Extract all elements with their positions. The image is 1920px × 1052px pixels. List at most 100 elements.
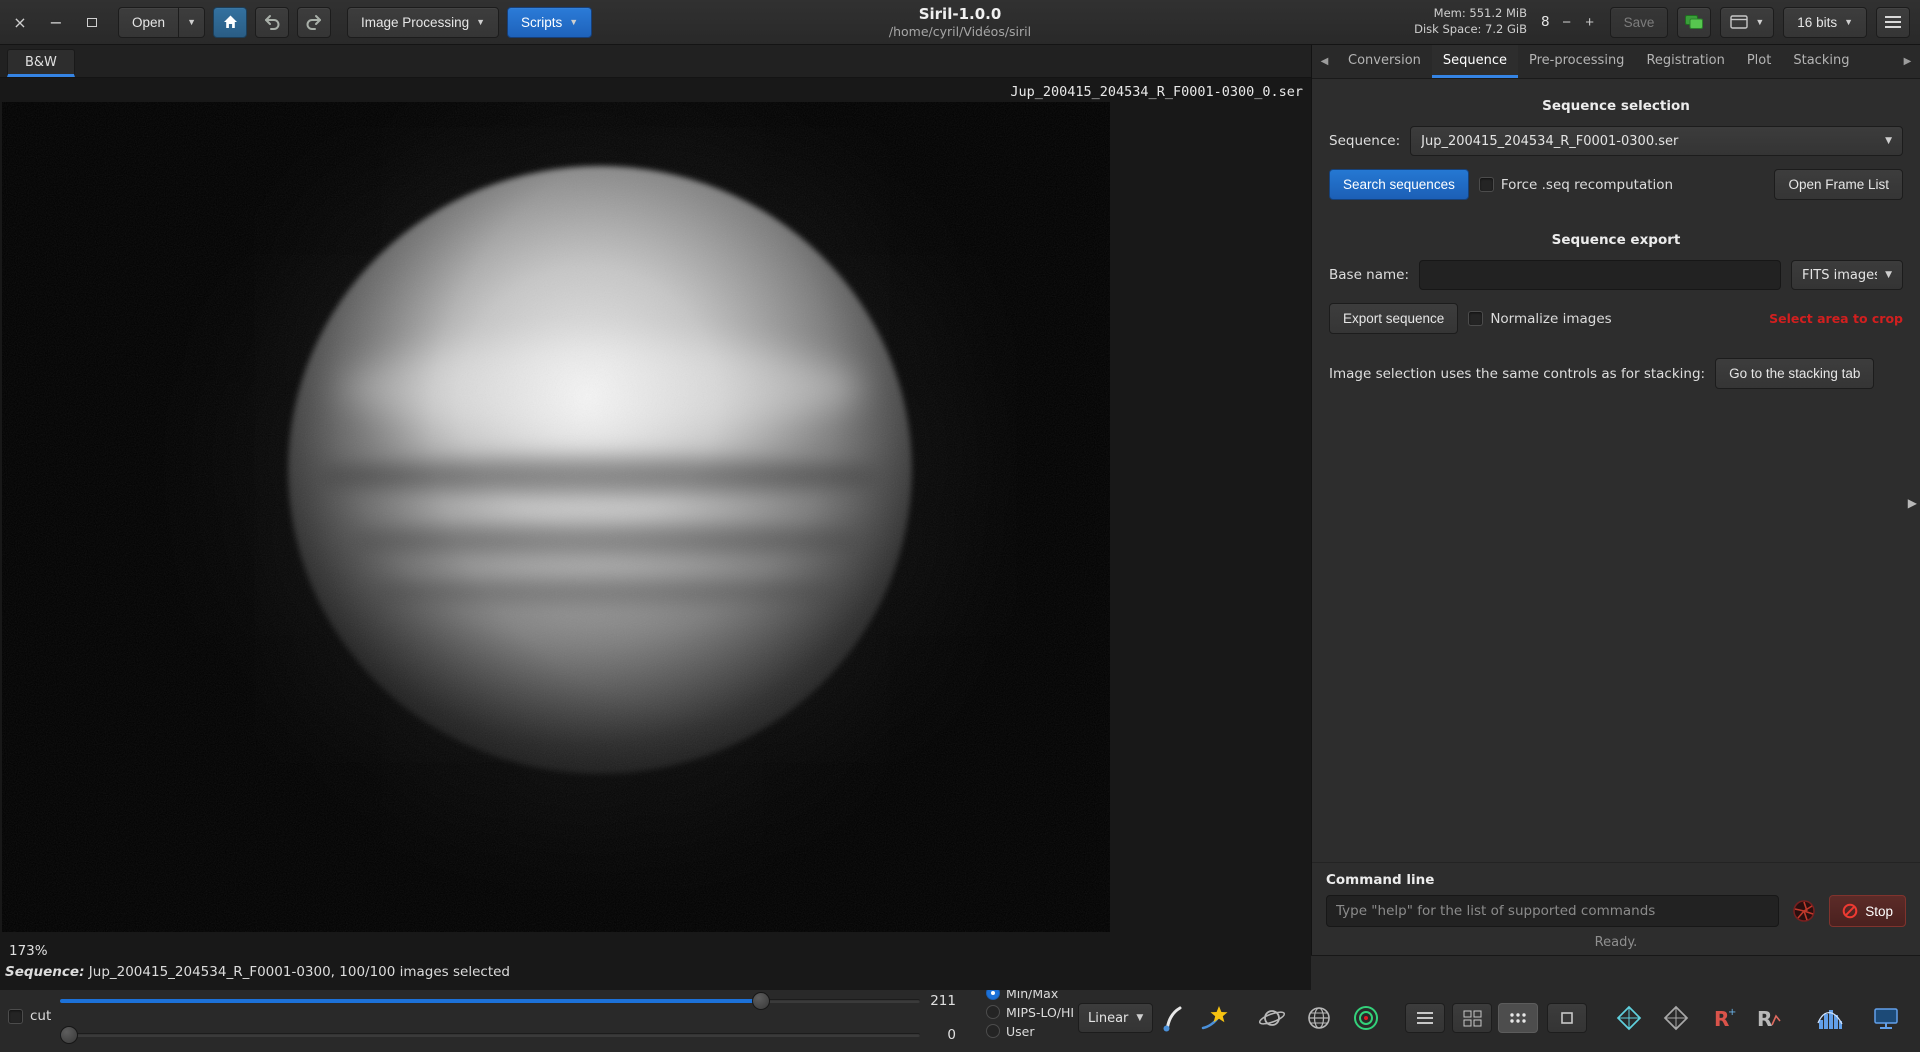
star-icon[interactable] — [1196, 1000, 1232, 1036]
tab-bw[interactable]: B&W — [7, 49, 75, 77]
cyan-diamond-icon[interactable] — [1611, 1000, 1647, 1036]
slider-handle[interactable] — [752, 992, 770, 1010]
export-format-dropdown[interactable]: FITS images ▼ — [1791, 260, 1903, 290]
slider-track[interactable] — [60, 1033, 920, 1037]
disk-space: Disk Space: 7.2 GiB — [1414, 22, 1527, 38]
grid-toggle-icon[interactable] — [1452, 1003, 1492, 1033]
scripts-menu[interactable]: Scripts ▼ — [507, 7, 592, 38]
save-button[interactable]: Save — [1610, 7, 1669, 38]
working-directory: /home/cyril/Vidéos/siril — [889, 24, 1031, 39]
tabs-scroll-left-icon[interactable]: ◀ — [1312, 45, 1337, 78]
comet-icon[interactable] — [1153, 1000, 1189, 1036]
minimize-icon[interactable]: − — [46, 12, 66, 32]
square-toggle-icon[interactable] — [1547, 1003, 1587, 1033]
radio-mips[interactable]: MIPS-LO/HI — [986, 1005, 1074, 1019]
scale-mode-dropdown[interactable]: Linear ▼ — [1078, 1003, 1153, 1033]
histogram-icon[interactable] — [1811, 1000, 1847, 1036]
radio-user[interactable]: User — [986, 1024, 1074, 1038]
list-toggle-icon[interactable] — [1405, 1003, 1445, 1033]
search-sequences-button[interactable]: Search sequences — [1329, 169, 1469, 200]
red-r-icon[interactable]: R+ — [1705, 1000, 1741, 1036]
target-icon[interactable] — [1348, 1000, 1384, 1036]
sequence-label: Sequence: — [1329, 133, 1400, 149]
go-to-stacking-label: Go to the stacking tab — [1729, 366, 1860, 381]
force-seq-label: Force .seq recomputation — [1501, 177, 1673, 193]
open-recent-dropdown[interactable]: ▼ — [178, 7, 205, 38]
gray-diamond-icon[interactable] — [1658, 1000, 1694, 1036]
restore-icon[interactable] — [82, 12, 102, 32]
tabs-scroll-right-icon[interactable]: ▶ — [1895, 45, 1920, 78]
menu-button[interactable] — [1876, 7, 1910, 38]
base-name-input[interactable] — [1419, 260, 1781, 290]
stop-button-label: Stop — [1865, 904, 1893, 919]
caret-down-icon: ▼ — [1844, 18, 1853, 27]
home-button[interactable] — [213, 7, 247, 38]
tab-conversion[interactable]: Conversion — [1337, 45, 1432, 78]
low-threshold-slider[interactable] — [60, 1026, 920, 1044]
cut-checkbox-box[interactable] — [8, 1009, 23, 1024]
tab-registration-label: Registration — [1646, 53, 1724, 68]
redo-icon — [305, 14, 323, 30]
caret-down-icon: ▼ — [1885, 137, 1892, 146]
tab-plot[interactable]: Plot — [1736, 45, 1783, 78]
scripts-label: Scripts — [521, 15, 562, 30]
tab-conversion-label: Conversion — [1348, 53, 1421, 68]
threads-value: 8 — [1536, 14, 1555, 30]
svg-text:+: + — [1728, 1007, 1736, 1018]
memory-info: Mem: 551.2 MiB Disk Space: 7.2 GiB — [1414, 6, 1527, 37]
image-viewport: B&W Jup_200415_204534_R_F0001-0300_0.ser… — [0, 45, 1311, 990]
force-seq-checkbox[interactable]: Force .seq recomputation — [1479, 177, 1673, 193]
gray-r-chart-icon[interactable]: R — [1750, 1000, 1786, 1036]
sequence-selection-title: Sequence selection — [1329, 98, 1903, 114]
header-bar: × − Open ▼ Image Processing ▼ Scripts ▼ … — [0, 0, 1920, 45]
tab-preprocessing-label: Pre-processing — [1529, 53, 1624, 68]
high-threshold-value: 211 — [918, 993, 956, 1009]
go-to-stacking-button[interactable]: Go to the stacking tab — [1715, 358, 1874, 389]
sequence-dropdown[interactable]: Jup_200415_204534_R_F0001-0300.ser ▼ — [1410, 126, 1903, 156]
tab-sequence[interactable]: Sequence — [1432, 45, 1518, 78]
open-button[interactable]: Open — [118, 7, 179, 38]
threads-plus-button[interactable]: + — [1579, 11, 1601, 33]
green-images-button[interactable] — [1677, 7, 1711, 38]
radio-user-dot[interactable] — [986, 1024, 1000, 1038]
preview-layout-icon — [1730, 15, 1748, 29]
radio-user-label: User — [1006, 1024, 1035, 1039]
save-button-label: Save — [1624, 15, 1655, 30]
channel-tabstrip: B&W — [0, 45, 1311, 78]
tab-registration[interactable]: Registration — [1635, 45, 1735, 78]
monitor-icon[interactable] — [1868, 1000, 1904, 1036]
image-processing-menu[interactable]: Image Processing ▼ — [347, 7, 499, 38]
saturn-icon[interactable] — [1254, 1000, 1290, 1036]
dots-toggle-icon[interactable] — [1498, 1003, 1538, 1033]
high-threshold-slider[interactable] — [60, 992, 920, 1010]
globe-icon[interactable] — [1301, 1000, 1337, 1036]
tab-stacking[interactable]: Stacking — [1782, 45, 1860, 78]
shutter-icon[interactable] — [1789, 896, 1819, 926]
open-button-label: Open — [132, 15, 165, 30]
export-sequence-button[interactable]: Export sequence — [1329, 303, 1458, 334]
bit-depth-value: 16 bits — [1797, 15, 1837, 30]
radio-mips-dot[interactable] — [986, 1005, 1000, 1019]
threads-minus-button[interactable]: − — [1556, 11, 1578, 33]
right-panel: ◀ Conversion Sequence Pre-processing Reg… — [1311, 45, 1920, 955]
cut-checkbox[interactable]: cut — [8, 1008, 51, 1024]
open-frame-list-button[interactable]: Open Frame List — [1774, 169, 1903, 200]
command-input[interactable] — [1326, 895, 1779, 927]
normalize-checkbox-box[interactable] — [1468, 311, 1483, 326]
panel-collapse-arrow-icon[interactable]: ▶ — [1908, 496, 1917, 510]
undo-button[interactable] — [255, 7, 289, 38]
stop-button[interactable]: Stop — [1829, 895, 1906, 927]
tab-preprocessing[interactable]: Pre-processing — [1518, 45, 1635, 78]
redo-button[interactable] — [297, 7, 331, 38]
image-canvas[interactable] — [2, 102, 1110, 932]
slider-fill — [60, 999, 761, 1003]
slider-handle[interactable] — [60, 1026, 78, 1044]
bit-depth-dropdown[interactable]: 16 bits ▼ — [1783, 7, 1867, 38]
normalize-checkbox[interactable]: Normalize images — [1468, 311, 1611, 327]
force-seq-checkbox-box[interactable] — [1479, 177, 1494, 192]
close-icon[interactable]: × — [10, 12, 30, 32]
search-sequences-label: Search sequences — [1343, 177, 1455, 192]
hamburger-icon — [1885, 16, 1901, 28]
preview-layout-dropdown[interactable]: ▼ — [1720, 7, 1774, 38]
mem-usage: Mem: 551.2 MiB — [1414, 6, 1527, 22]
